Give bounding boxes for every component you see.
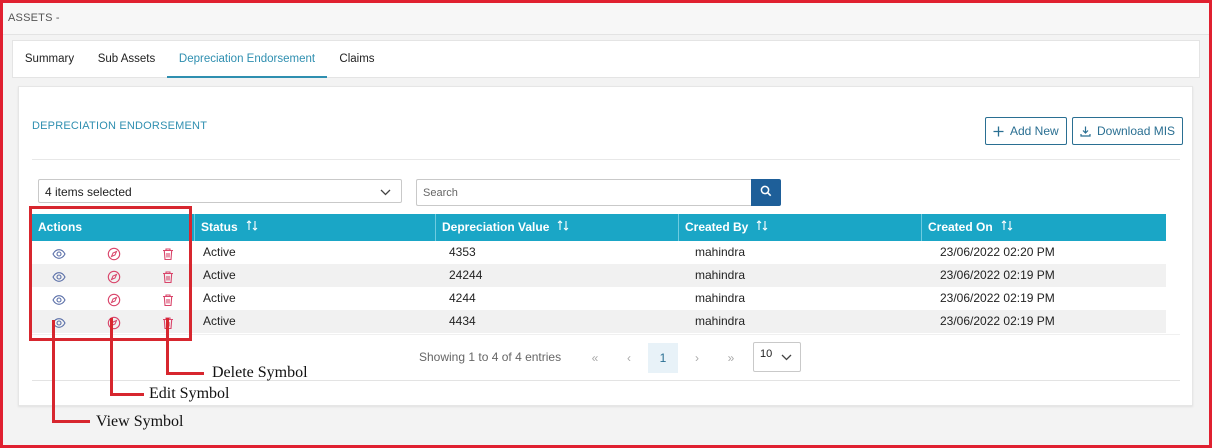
annotation-line-edit	[110, 318, 113, 396]
divider	[32, 159, 1180, 160]
divider	[32, 334, 1180, 335]
page-header: ASSETS -	[3, 3, 1209, 35]
cell-status: Active	[203, 291, 236, 305]
annotation-view-label: View Symbol	[96, 413, 184, 430]
table-header: Actions Status Depreciation Value Create…	[32, 214, 1166, 241]
annotation-line-delete	[166, 372, 204, 375]
compass-edit-icon[interactable]	[107, 292, 121, 307]
search-input[interactable]	[416, 179, 752, 206]
column-multiselect-value: 4 items selected	[45, 185, 132, 199]
cell-created-by: mahindra	[695, 291, 746, 305]
header-depreciation-value[interactable]: Depreciation Value	[436, 214, 679, 241]
first-page-button[interactable]: «	[580, 343, 610, 373]
last-page-button[interactable]: »	[716, 343, 746, 373]
trash-icon[interactable]	[161, 246, 175, 261]
next-page-button[interactable]: ›	[682, 343, 712, 373]
table-row: Active 4244 mahindra 23/06/2022 02:19 PM	[32, 287, 1166, 310]
annotation-line-view	[52, 420, 90, 423]
cell-status: Active	[203, 268, 236, 282]
row-actions	[32, 241, 195, 264]
cell-depreciation-value: 4353	[449, 245, 476, 259]
table-row: Active 4353 mahindra 23/06/2022 02:20 PM	[32, 241, 1166, 264]
tab-sub-assets[interactable]: Sub Assets	[86, 41, 167, 78]
download-mis-label: Download MIS	[1097, 124, 1176, 138]
depreciation-table: Actions Status Depreciation Value Create…	[32, 214, 1166, 333]
section-title: DEPRECIATION ENDORSEMENT	[32, 120, 208, 132]
eye-icon[interactable]	[52, 246, 66, 260]
column-multiselect[interactable]: 4 items selected	[38, 179, 402, 203]
plus-icon	[993, 126, 1004, 137]
cell-created-by: mahindra	[695, 314, 746, 328]
eye-icon[interactable]	[52, 292, 66, 306]
cell-created-on: 23/06/2022 02:19 PM	[940, 291, 1055, 305]
header-created-by-label: Created By	[685, 220, 749, 234]
row-actions	[32, 264, 195, 287]
pagination-info: Showing 1 to 4 of 4 entries	[419, 350, 562, 364]
sort-icon	[557, 214, 569, 241]
header-created-on-label: Created On	[928, 220, 993, 234]
trash-icon[interactable]	[161, 269, 175, 284]
cell-status: Active	[203, 245, 236, 259]
table-row: Active 4434 mahindra 23/06/2022 02:19 PM	[32, 310, 1166, 333]
cell-depreciation-value: 4434	[449, 314, 476, 328]
annotation-line-view	[52, 320, 55, 423]
tab-claims[interactable]: Claims	[327, 41, 387, 78]
page-size-select[interactable]: 10	[753, 342, 801, 372]
page-title: ASSETS -	[8, 12, 60, 24]
cell-depreciation-value: 4244	[449, 291, 476, 305]
compass-edit-icon[interactable]	[107, 246, 121, 261]
tab-depreciation-endorsement[interactable]: Depreciation Endorsement	[167, 41, 327, 78]
prev-page-button[interactable]: ‹	[614, 343, 644, 373]
sort-icon	[246, 214, 258, 241]
row-actions	[32, 310, 195, 333]
download-icon	[1080, 126, 1091, 137]
download-mis-button[interactable]: Download MIS	[1072, 117, 1184, 145]
annotation-delete-label: Delete Symbol	[212, 364, 308, 381]
annotation-edit-label: Edit Symbol	[149, 385, 230, 402]
page-1-button[interactable]: 1	[648, 343, 678, 373]
annotation-line-edit	[110, 393, 144, 396]
table-row: Active 24244 mahindra 23/06/2022 02:19 P…	[32, 264, 1166, 287]
header-created-on[interactable]: Created On	[922, 214, 1166, 241]
chevron-down-icon	[380, 185, 391, 199]
cell-depreciation-value: 24244	[449, 268, 483, 282]
annotation-line-delete	[166, 318, 169, 375]
cell-created-by: mahindra	[695, 268, 746, 282]
tab-summary[interactable]: Summary	[13, 41, 86, 78]
divider	[32, 380, 1180, 381]
eye-icon[interactable]	[52, 269, 66, 283]
add-new-label: Add New	[1010, 124, 1059, 138]
cell-created-by: mahindra	[695, 245, 746, 259]
tab-bar: Summary Sub Assets Depreciation Endorsem…	[12, 40, 1200, 78]
header-created-by[interactable]: Created By	[679, 214, 922, 241]
trash-icon[interactable]	[161, 292, 175, 307]
header-depreciation-value-label: Depreciation Value	[442, 220, 550, 234]
search-icon	[760, 185, 772, 200]
search-button[interactable]	[751, 179, 781, 206]
header-actions: Actions	[32, 214, 195, 241]
header-actions-label: Actions	[38, 220, 83, 234]
header-status-label: Status	[201, 220, 238, 234]
header-status[interactable]: Status	[195, 214, 436, 241]
compass-edit-icon[interactable]	[107, 269, 121, 284]
page-size-value: 10	[760, 348, 773, 360]
cell-created-on: 23/06/2022 02:20 PM	[940, 245, 1055, 259]
sort-icon	[1001, 214, 1013, 241]
depreciation-card: DEPRECIATION ENDORSEMENT Add New Downloa…	[18, 86, 1193, 406]
row-actions	[32, 287, 195, 310]
cell-status: Active	[203, 314, 236, 328]
cell-created-on: 23/06/2022 02:19 PM	[940, 314, 1055, 328]
sort-icon	[756, 214, 768, 241]
chevron-down-icon	[781, 352, 792, 364]
cell-created-on: 23/06/2022 02:19 PM	[940, 268, 1055, 282]
add-new-button[interactable]: Add New	[985, 117, 1067, 145]
